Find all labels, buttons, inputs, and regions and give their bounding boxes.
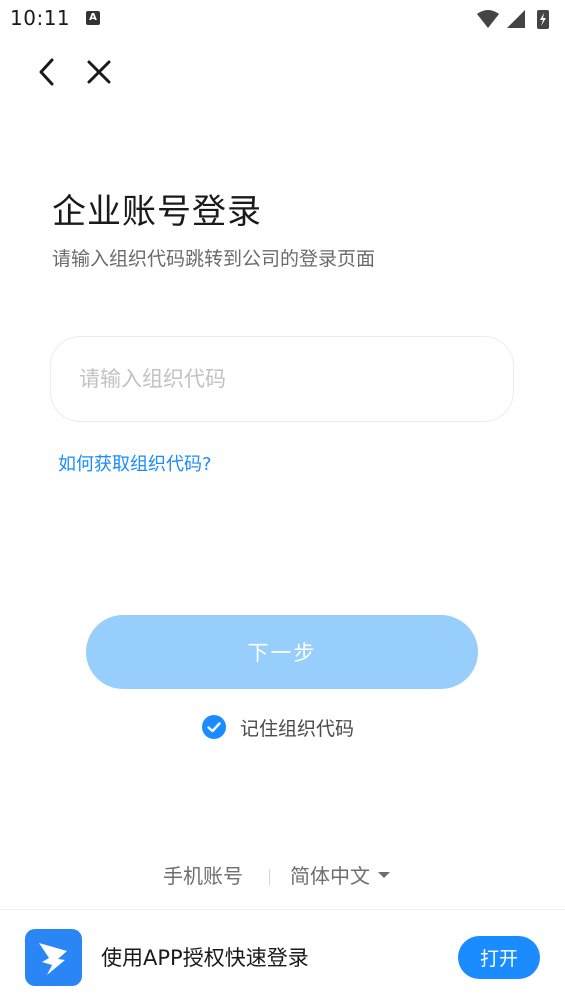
language-label: 简体中文 bbox=[290, 864, 370, 888]
remember-checkbox[interactable]: 记住组织代码 bbox=[202, 714, 354, 740]
back-button[interactable] bbox=[26, 50, 70, 94]
notification-letter: A bbox=[89, 12, 97, 23]
phone-account-link[interactable]: 手机账号 bbox=[163, 860, 243, 889]
wifi-icon bbox=[477, 10, 499, 28]
check-icon bbox=[202, 715, 226, 739]
notification-icon: A bbox=[86, 11, 100, 25]
org-code-input[interactable] bbox=[50, 336, 514, 422]
bottom-links: 手机账号 简体中文 bbox=[0, 860, 565, 892]
caret-down-icon bbox=[378, 871, 390, 878]
remember-label: 记住组织代码 bbox=[240, 717, 355, 740]
signal-icon bbox=[507, 10, 525, 28]
divider bbox=[269, 869, 270, 885]
app-banner: 使用APP授权快速登录 打开 bbox=[0, 909, 565, 1005]
nav-bar bbox=[0, 50, 565, 94]
status-time: 10:11 bbox=[10, 6, 71, 30]
help-link[interactable]: 如何获取组织代码? bbox=[58, 450, 212, 476]
chevron-left-icon bbox=[39, 58, 54, 86]
status-bar: 10:11 A bbox=[0, 0, 565, 38]
open-app-button[interactable]: 打开 bbox=[458, 936, 540, 979]
close-icon bbox=[87, 60, 111, 84]
page-title: 企业账号登录 bbox=[52, 192, 262, 232]
close-button[interactable] bbox=[77, 50, 121, 94]
page-subtitle: 请输入组织代码跳转到公司的登录页面 bbox=[52, 248, 376, 270]
status-icons bbox=[477, 10, 549, 29]
app-logo-icon bbox=[25, 929, 82, 986]
language-select[interactable]: 简体中文 bbox=[290, 860, 390, 889]
banner-text: 使用APP授权快速登录 bbox=[101, 946, 309, 970]
next-button[interactable]: 下一步 bbox=[86, 615, 478, 689]
